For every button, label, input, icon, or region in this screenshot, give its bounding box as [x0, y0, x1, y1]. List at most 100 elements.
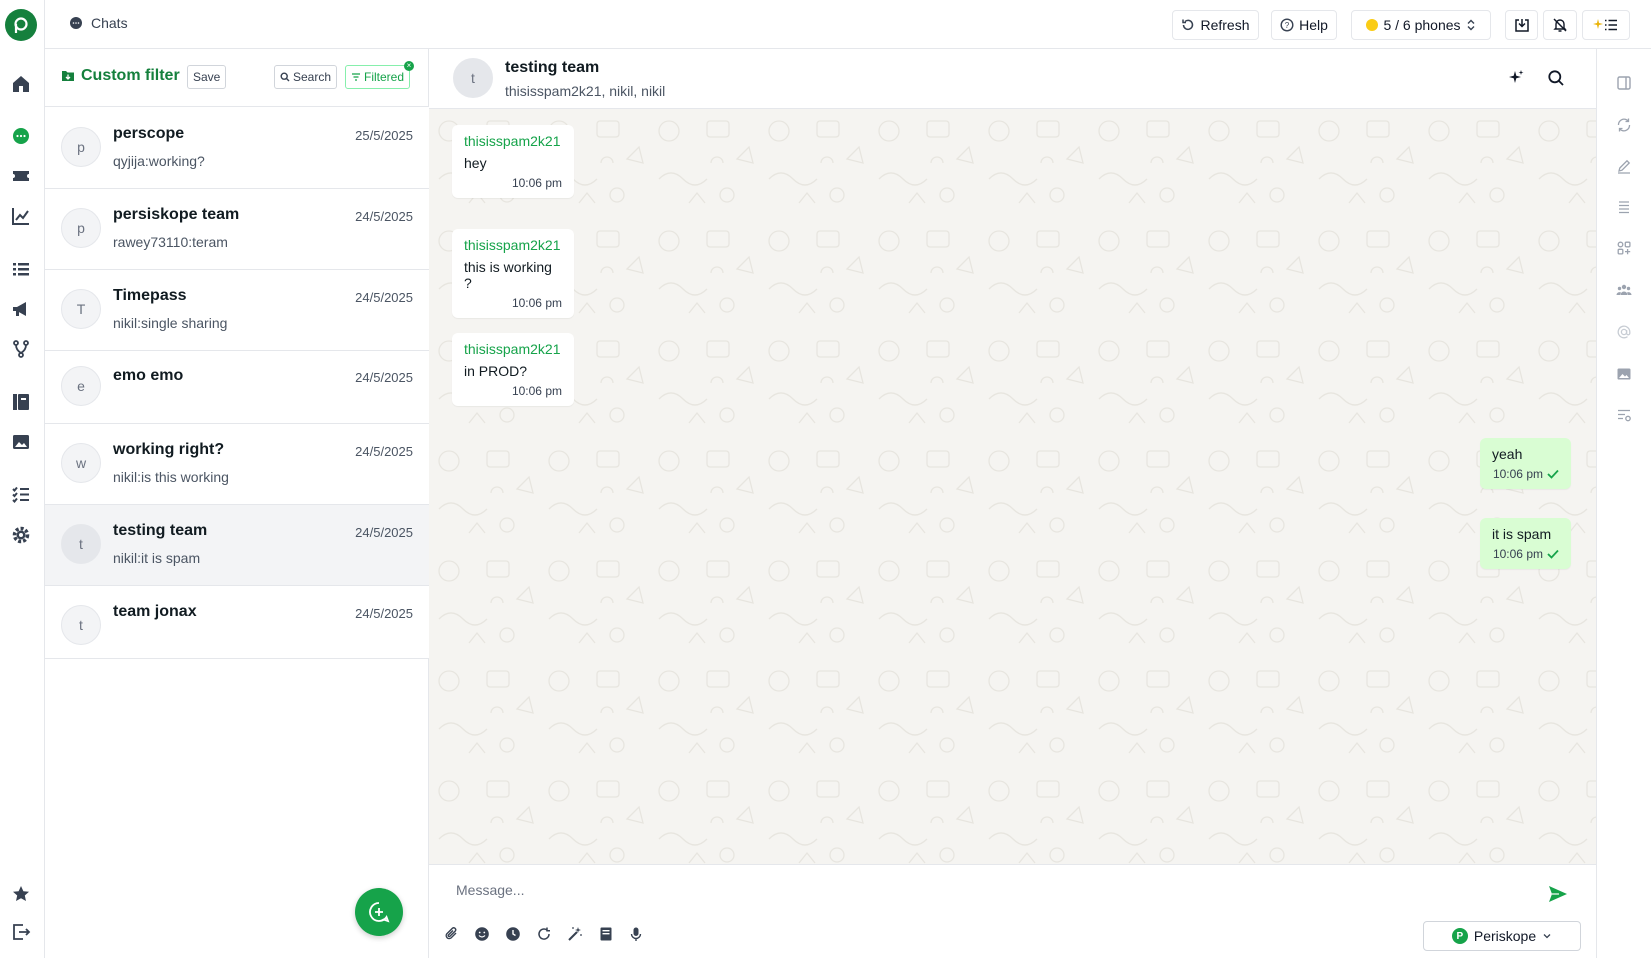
help-label: Help: [1299, 17, 1328, 33]
chat-name: Timepass: [113, 287, 187, 304]
bell-off-icon: [1553, 18, 1567, 32]
chat-list-item[interactable]: w working right? 24/5/2025 nikil:is this…: [45, 424, 429, 505]
message-text: this is working ?: [464, 259, 552, 291]
periskope-logo[interactable]: [5, 9, 37, 41]
mentions-at-icon[interactable]: [1614, 322, 1634, 342]
group-avatar[interactable]: t: [453, 58, 493, 98]
workflow-branch-icon[interactable]: [9, 337, 33, 361]
phones-selector[interactable]: 5 / 6 phones: [1351, 10, 1491, 40]
chat-list-item[interactable]: p persiskope team 24/5/2025 rawey73110:t…: [45, 189, 429, 270]
tickets-icon[interactable]: [9, 164, 33, 188]
sync-icon[interactable]: [1614, 115, 1634, 135]
apps-grid-icon[interactable]: [1614, 238, 1634, 258]
chat-list-item-selected[interactable]: t testing team 24/5/2025 nikil:it is spa…: [45, 505, 429, 586]
avatar: p: [61, 208, 101, 248]
top-bar: Chats Refresh ? Help 5 / 6 phones: [45, 0, 1651, 49]
chats-bubble-icon: [70, 17, 82, 29]
notes-lines-icon[interactable]: [1614, 197, 1634, 217]
message-composer: P Periskope: [429, 864, 1596, 958]
chat-name: testing team: [113, 522, 208, 539]
incoming-message[interactable]: thisisspam2k21 hey 10:06 pm: [452, 125, 574, 198]
outgoing-message[interactable]: yeah 10:06 pm: [1480, 438, 1571, 489]
custom-filter-title[interactable]: Custom filter: [61, 67, 180, 85]
settings-gear-icon[interactable]: [9, 523, 33, 547]
properties-settings-icon[interactable]: [1614, 405, 1634, 425]
folder-download-icon: [62, 71, 74, 81]
conversation-header[interactable]: t testing team thisisspam2k21, nikil, ni…: [429, 49, 1596, 109]
filter-icon: [352, 73, 360, 81]
search-button[interactable]: Search: [274, 65, 338, 89]
panel-toggle-icon[interactable]: [1614, 73, 1634, 93]
phone-status-dot: [1366, 19, 1379, 31]
outgoing-message[interactable]: it is spam 10:06 pm: [1480, 518, 1571, 569]
refresh-button[interactable]: Refresh: [1172, 10, 1259, 40]
inbox-download-icon: [1514, 19, 1529, 32]
new-chat-icon: [369, 902, 390, 923]
filtered-button[interactable]: Filtered ×: [345, 61, 415, 89]
section-title: Chats: [91, 15, 128, 31]
chat-date: 24/5/2025: [355, 525, 413, 540]
custom-filter-label: Custom filter: [81, 67, 180, 84]
quick-replies-book-icon[interactable]: [596, 924, 616, 944]
sent-check-icon: [1547, 549, 1559, 559]
magic-wand-icon[interactable]: [565, 924, 585, 944]
media-gallery-icon[interactable]: [9, 430, 33, 454]
breadcrumb: Chats: [69, 15, 128, 31]
chat-list-item[interactable]: e emo emo 24/5/2025: [45, 351, 429, 424]
logout-icon[interactable]: [9, 920, 33, 944]
analytics-icon[interactable]: [9, 204, 33, 228]
chat-preview: nikil:single sharing: [113, 315, 228, 331]
contacts-book-icon[interactable]: [9, 390, 33, 414]
microphone-icon[interactable]: [626, 924, 646, 944]
incoming-message[interactable]: thisisspam2k21 this is working ? 10:06 p…: [452, 229, 574, 318]
chat-preview: nikil:is this working: [113, 469, 229, 485]
emoji-icon[interactable]: [472, 924, 492, 944]
send-icon[interactable]: [1546, 882, 1570, 906]
chat-date: 25/5/2025: [355, 128, 413, 143]
media-image-icon[interactable]: [1614, 364, 1634, 384]
ai-list-button[interactable]: [1582, 10, 1630, 40]
message-time: 10:06 pm: [511, 296, 562, 310]
new-chat-button[interactable]: [355, 888, 403, 936]
clear-filter-icon[interactable]: ×: [404, 61, 415, 71]
search-messages-icon[interactable]: [1546, 68, 1566, 88]
message-input[interactable]: [456, 882, 1456, 898]
avatar: w: [61, 443, 101, 483]
avatar: e: [61, 366, 101, 406]
incoming-message[interactable]: thisisspam2k21 in PROD? 10:06 pm: [452, 333, 574, 406]
avatar: t: [61, 524, 101, 564]
left-nav-rail: [0, 0, 45, 958]
tasks-checklist-icon[interactable]: [9, 482, 33, 506]
inbox-download-button[interactable]: [1505, 10, 1538, 40]
chat-preview: rawey73110:teram: [113, 234, 228, 250]
search-label: Search: [293, 70, 332, 84]
favorites-star-icon[interactable]: [9, 882, 33, 906]
help-button[interactable]: ? Help: [1271, 10, 1337, 40]
ai-sparkle-icon[interactable]: [1506, 68, 1526, 88]
sender-account-dropdown[interactable]: P Periskope: [1423, 921, 1581, 951]
broadcast-megaphone-icon[interactable]: [9, 297, 33, 321]
edit-pencil-icon[interactable]: [1614, 156, 1634, 176]
right-tools-rail: [1596, 49, 1651, 958]
list-icon[interactable]: [9, 257, 33, 281]
message-time: 10:06 pm: [1492, 547, 1543, 561]
group-members-icon[interactable]: [1614, 280, 1634, 300]
search-icon: [280, 72, 290, 82]
save-filter-button[interactable]: Save: [187, 65, 227, 89]
mute-notifications-button[interactable]: [1543, 10, 1577, 40]
chat-list-item[interactable]: t team jonax 24/5/2025: [45, 586, 429, 659]
chats-icon[interactable]: [9, 124, 33, 148]
home-icon[interactable]: [9, 72, 33, 96]
filtered-label: Filtered: [364, 70, 405, 84]
rephrase-redo-icon[interactable]: [534, 924, 554, 944]
chat-list-item[interactable]: T Timepass 24/5/2025 nikil:single sharin…: [45, 270, 429, 351]
chat-list-item[interactable]: p perscope 25/5/2025 qyjija:working?: [45, 107, 429, 189]
filter-bar: Custom filter Save Search Filtered ×: [45, 49, 429, 107]
message-time: 10:06 pm: [1492, 467, 1543, 481]
schedule-clock-icon[interactable]: [503, 924, 523, 944]
attachment-paperclip-icon[interactable]: [442, 924, 462, 944]
chat-wallpaper-pattern: [429, 109, 1596, 864]
chat-name: emo emo: [113, 367, 184, 384]
save-filter-label: Save: [193, 70, 221, 84]
message-text: yeah: [1492, 446, 1523, 462]
